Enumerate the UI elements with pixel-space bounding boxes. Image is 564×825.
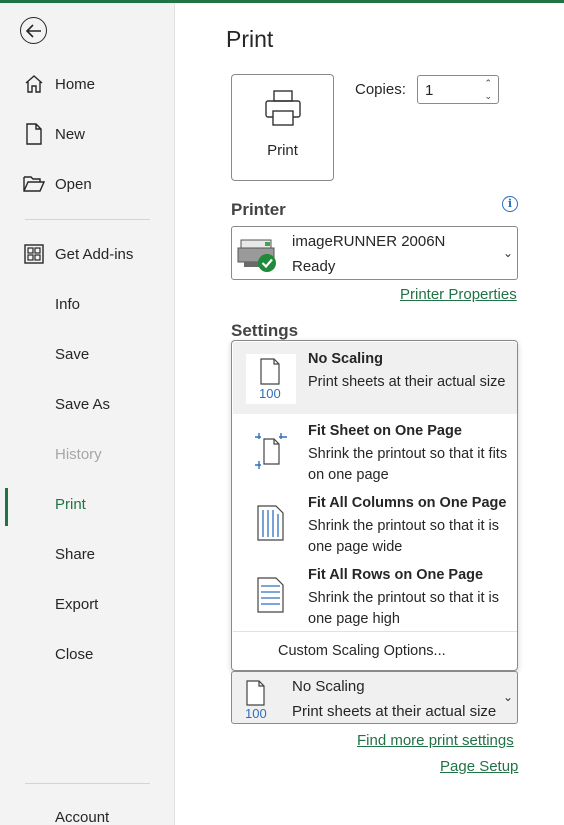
scaling-select[interactable]: 100 No Scaling Print sheets at their act… [231,671,518,724]
dropdown-divider [233,631,517,632]
page-title: Print [226,26,274,52]
sidebar-item-label: Share [55,545,96,563]
print-button-label: Print [267,142,298,159]
sidebar-item-label: Home [55,75,96,93]
sidebar-item-label: History [55,445,102,463]
icon-badge-text: 100 [245,706,267,720]
scaling-dropdown-menu: 100 No Scaling Print sheets at their act… [231,340,518,671]
spin-arrows-icon[interactable]: ⌃ ⌄ [484,77,492,103]
sidebar-item-label: Info [55,295,81,313]
scaling-option-no-scaling[interactable]: 100 No Scaling Print sheets at their act… [233,342,517,414]
printer-name: imageRUNNER 2006N [292,233,446,250]
sidebar-item-history: History [0,436,175,472]
sidebar-item-label: Print [55,495,86,513]
scaling-option-fit-columns[interactable]: Fit All Columns on One Page Shrink the p… [233,486,517,558]
sidebar-item-label: New [55,125,86,143]
sidebar-divider [25,783,150,784]
scaling-option-title: No Scaling [308,351,383,367]
printer-icon [264,89,302,132]
scaling-option-title: Fit Sheet on One Page [308,423,462,439]
icon-badge-text: 100 [259,386,281,400]
page-100-icon: 100 [242,680,270,725]
fit-columns-icon [246,498,296,548]
sidebar-item-print[interactable]: Print [0,486,175,526]
scaling-option-desc: Shrink the printout so that it fits on o… [308,446,508,483]
add-ins-grid-icon [23,243,45,265]
sidebar-divider [25,219,150,220]
scaling-option-desc: Shrink the printout so that it is one pa… [308,590,500,627]
sidebar-item-label: Open [55,175,92,193]
page-100-icon: 100 [246,354,296,404]
folder-open-icon [23,173,45,195]
settings-heading: Settings [231,321,299,340]
sidebar-item-label: Save [55,345,90,363]
sidebar-item-new[interactable]: New [0,116,175,152]
sidebar-item-open[interactable]: Open [0,166,175,202]
find-more-print-settings-link[interactable]: Find more print settings [357,732,514,749]
copies-label: Copies: [355,81,406,98]
backstage-sidebar: Home New Open Get Add-ins Info Save Save… [0,3,175,825]
custom-scaling-options-item[interactable]: Custom Scaling Options... [278,643,446,659]
home-icon [23,73,45,95]
selected-scaling-title: No Scaling [292,678,365,695]
sidebar-item-export[interactable]: Export [0,586,175,622]
printer-properties-link[interactable]: Printer Properties [400,286,517,303]
scaling-option-fit-sheet[interactable]: Fit Sheet on One Page Shrink the printou… [233,414,517,486]
sidebar-item-save-as[interactable]: Save As [0,386,175,422]
scaling-option-title: Fit All Rows on One Page [308,567,484,583]
fit-rows-icon [246,570,296,620]
scaling-option-desc: Print sheets at their actual size [308,374,506,390]
sidebar-item-info[interactable]: Info [0,286,175,322]
copies-value: 1 [425,82,434,99]
printer-status: Ready [292,258,336,275]
print-button[interactable]: Print [231,74,334,181]
printer-ready-icon [237,236,281,279]
back-arrow-icon [25,23,41,38]
sidebar-item-close[interactable]: Close [0,636,175,672]
sidebar-item-share[interactable]: Share [0,536,175,572]
sidebar-item-save[interactable]: Save [0,336,175,372]
sidebar-item-label: Save As [55,395,111,413]
sidebar-item-label: Get Add-ins [55,245,134,263]
sidebar-item-label: Close [55,645,94,663]
sidebar-item-label: Export [55,595,99,613]
sidebar-item-home[interactable]: Home [0,66,175,102]
chevron-down-icon: ⌄ [502,690,513,704]
sidebar-item-get-add-ins[interactable]: Get Add-ins [0,236,175,272]
scaling-option-title: Fit All Columns on One Page [308,495,507,511]
selected-scaling-desc: Print sheets at their actual size [292,703,497,720]
scaling-option-fit-rows[interactable]: Fit All Rows on One Page Shrink the prin… [233,558,517,630]
page-setup-link[interactable]: Page Setup [440,758,518,775]
printer-select[interactable]: imageRUNNER 2006N Ready ⌄ [231,226,518,280]
new-document-icon [23,123,45,145]
sidebar-item-account[interactable]: Account [0,799,175,825]
sidebar-item-label: Account [55,808,110,825]
copies-stepper[interactable]: 1 ⌃ ⌄ [417,75,499,104]
back-button[interactable] [20,17,47,44]
fit-sheet-icon [246,426,296,476]
info-icon[interactable]: i [502,196,518,212]
scaling-option-desc: Shrink the printout so that it is one pa… [308,518,500,555]
printer-heading: Printer [231,200,286,219]
chevron-down-icon: ⌄ [502,246,513,260]
